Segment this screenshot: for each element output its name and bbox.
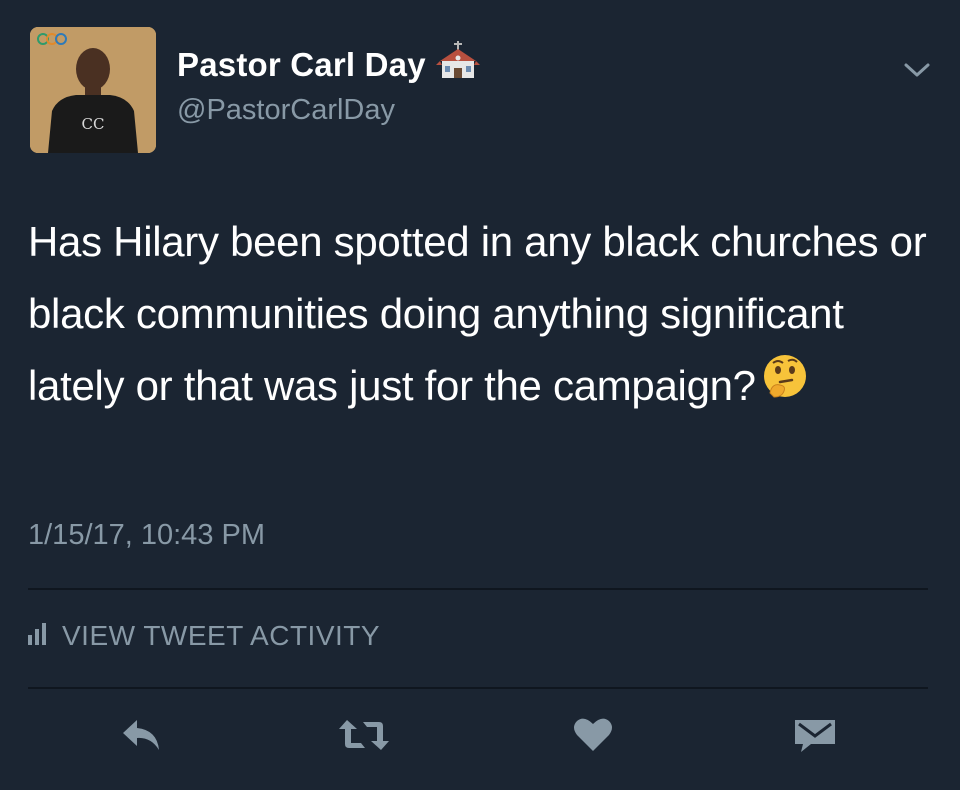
heart-icon <box>573 717 613 758</box>
direct-message-button[interactable] <box>790 712 840 762</box>
retweet-button[interactable] <box>339 712 389 762</box>
avatar[interactable]: CC <box>30 27 156 153</box>
view-tweet-activity-button[interactable]: VIEW TWEET ACTIVITY <box>28 620 380 652</box>
thinking-face-icon <box>762 349 808 421</box>
reply-button[interactable] <box>117 712 167 762</box>
church-icon <box>435 40 480 84</box>
bar-chart-icon <box>28 620 48 652</box>
chevron-down-icon[interactable] <box>902 60 932 80</box>
author-name-row[interactable]: Pastor Carl Day <box>177 40 480 84</box>
tweet-text: Has Hilary been spotted in any black chu… <box>28 206 928 422</box>
view-tweet-activity-label: VIEW TWEET ACTIVITY <box>62 620 381 651</box>
author-handle[interactable]: @PastorCarlDay <box>177 94 395 127</box>
divider <box>28 588 928 590</box>
like-button[interactable] <box>568 712 618 762</box>
retweet-icon <box>337 718 391 757</box>
tweet-card: CC Pastor Carl Day @PastorCarlDay Has Hi… <box>0 0 960 790</box>
reply-icon <box>121 718 163 757</box>
envelope-icon <box>793 717 837 758</box>
tweet-timestamp[interactable]: 1/15/17, 10:43 PM <box>28 519 265 552</box>
svg-text:CC: CC <box>82 115 105 133</box>
author-display-name[interactable]: Pastor Carl Day <box>177 46 426 84</box>
tweet-actions <box>0 712 960 768</box>
divider <box>28 687 928 689</box>
